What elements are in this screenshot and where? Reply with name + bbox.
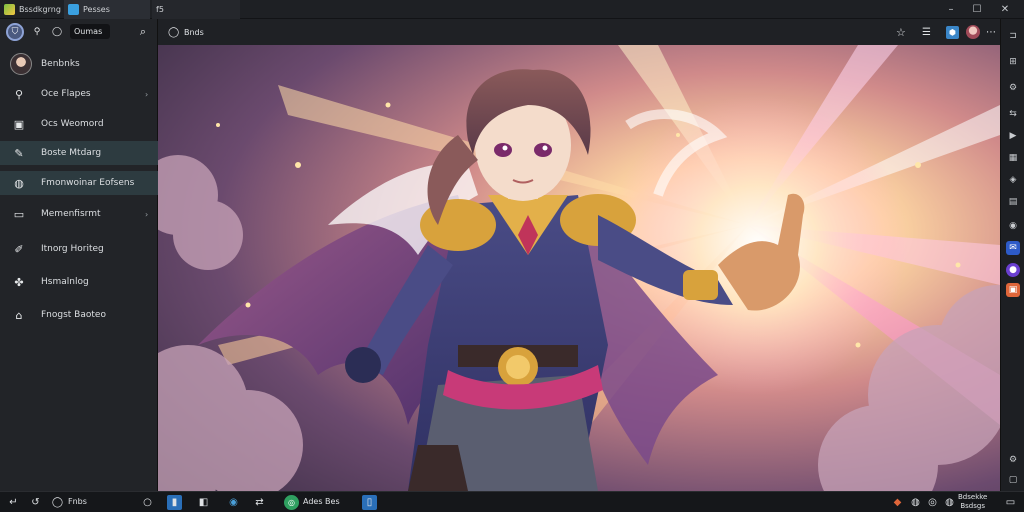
sidebar-item-label: Hsmalnlog bbox=[41, 277, 89, 287]
app-green-icon[interactable]: ◎ bbox=[284, 495, 299, 510]
search-icon: ⚲ bbox=[14, 87, 24, 101]
profile-name: Benbnks bbox=[41, 59, 80, 69]
translate-icon[interactable]: ⇆ bbox=[1006, 107, 1020, 121]
circle-icon[interactable]: ◯ bbox=[48, 23, 66, 41]
settings-icon[interactable]: ⚙ bbox=[1006, 453, 1020, 467]
brush-icon: ✎ bbox=[14, 146, 24, 160]
star-icon[interactable]: ☆ bbox=[896, 26, 906, 39]
chevron-right-icon: › bbox=[145, 89, 149, 99]
minimize-button[interactable]: – bbox=[940, 0, 962, 19]
puzzle-icon: ✤ bbox=[14, 275, 24, 289]
title-bar: Bssdkgrng Pesses f5 – ☐ ✕ bbox=[0, 0, 1024, 19]
circle-icon[interactable]: ○ bbox=[140, 495, 155, 510]
maximize-button[interactable]: ☐ bbox=[966, 0, 988, 19]
bookmark-icon: ▣ bbox=[13, 117, 25, 131]
sidebar-item-label: Itnorg Horiteg bbox=[41, 244, 104, 254]
outlook-icon[interactable]: ✉ bbox=[1006, 241, 1020, 255]
globe-icon: ◍ bbox=[14, 176, 24, 190]
sidebar-item-oce-flapes[interactable]: ⚲ Oce Flapes › bbox=[0, 82, 158, 106]
home-icon: ⌂ bbox=[15, 308, 23, 322]
search-circle-icon[interactable]: ◯ bbox=[50, 495, 65, 510]
avatar bbox=[10, 53, 32, 75]
pinned-app-label[interactable]: Ades Bes bbox=[303, 497, 340, 506]
split-icon[interactable]: ⊐ bbox=[1006, 29, 1020, 43]
tab-label: Pesses bbox=[83, 5, 110, 14]
battery-icon[interactable]: ◍ bbox=[942, 495, 957, 510]
address-input[interactable]: Bnds bbox=[184, 28, 204, 37]
system-clock[interactable]: Bdsekke Bsdsgs bbox=[958, 493, 987, 511]
volume-icon[interactable]: ◎ bbox=[925, 495, 940, 510]
note-icon[interactable]: ▤ bbox=[1006, 195, 1020, 209]
app-cube-icon bbox=[4, 4, 15, 15]
tray-app-icon[interactable]: ◆ bbox=[890, 495, 905, 510]
sidebar-item-fnogst-baoteo[interactable]: ⌂ Fnogst Baoteo bbox=[0, 303, 158, 327]
tab-pesses[interactable]: Pesses bbox=[64, 0, 150, 19]
sidebar-item-label: Memenfisrmt bbox=[41, 209, 101, 219]
sidebar-item-boste-mtdarg[interactable]: ✎ Boste Mtdarg bbox=[0, 141, 158, 165]
clock-time: Bdsekke bbox=[958, 493, 988, 501]
shopping-icon[interactable]: ◉ bbox=[1006, 219, 1020, 233]
sidebar-item-label: Oce Flapes bbox=[41, 89, 91, 99]
extension-icon[interactable]: ⬢ bbox=[946, 25, 959, 39]
profile-avatar-icon[interactable] bbox=[966, 25, 980, 39]
sidebar-item-label: Boste Mtdarg bbox=[41, 148, 102, 158]
tag-icon[interactable]: ◈ bbox=[1006, 173, 1020, 187]
shield-icon[interactable]: ⛉ bbox=[6, 23, 24, 41]
window-icon: ▭ bbox=[13, 207, 25, 221]
browser-tab-icon bbox=[68, 4, 79, 15]
chevron-right-icon: › bbox=[145, 209, 149, 219]
sidebar-item-fmonwoinar-eofsens[interactable]: ◍ Fmonwoinar Eofsens bbox=[0, 171, 158, 195]
refresh-icon[interactable]: ↺ bbox=[28, 495, 43, 510]
document-icon[interactable]: ▯ bbox=[362, 495, 377, 510]
sidebar-item-ocs-weomord[interactable]: ▣ Ocs Weomord bbox=[0, 112, 158, 136]
file-explorer-icon[interactable]: ▮ bbox=[167, 495, 182, 510]
more-menu-icon[interactable]: ⋯ bbox=[986, 27, 996, 38]
store-icon[interactable]: ⇄ bbox=[252, 495, 267, 510]
office-icon[interactable]: ▣ bbox=[1006, 283, 1020, 297]
sidebar-item-memenfisrmt[interactable]: ▭ Memenfisrmt › bbox=[0, 202, 158, 226]
notification-icon[interactable]: ▭ bbox=[1003, 495, 1018, 510]
sidebar-item-label: Fnogst Baoteo bbox=[41, 310, 106, 320]
app-window-icon[interactable]: ◧ bbox=[196, 495, 211, 510]
sidebar: ⛉ ⚲ ◯ Oumas ⌕ Benbnks ⚲ Oce Flapes › ▣ O… bbox=[0, 19, 158, 491]
sidebar-toolbar: ⛉ ⚲ ◯ Oumas ⌕ bbox=[0, 19, 158, 45]
magnifier-icon[interactable]: ⌕ bbox=[134, 23, 152, 41]
sidebar-item-label: Fmonwoinar Eofsens bbox=[41, 178, 135, 188]
hero-artwork-image bbox=[158, 45, 1000, 491]
close-button[interactable]: ✕ bbox=[994, 0, 1016, 19]
grid-icon[interactable]: ▦ bbox=[1006, 151, 1020, 165]
taskbar: ↵ ↺ ◯ Fnbs ○ ▮ ◧ ◉ ⇄ ◎ Ades Bes ▯ ◆ ◍ ◎ … bbox=[0, 491, 1024, 512]
feedback-icon[interactable]: ▢ bbox=[1006, 473, 1020, 487]
collections-icon[interactable]: ⊞ bbox=[1006, 55, 1020, 69]
clock-date: Bsdsgs bbox=[960, 502, 985, 510]
teams-icon[interactable]: ● bbox=[1006, 263, 1020, 277]
sidebar-item-hsmalnlog[interactable]: ✤ Hsmalnlog bbox=[0, 270, 158, 294]
address-bar: ◯ Bnds ☆ ☰ ⬢ ⋯ bbox=[158, 19, 1000, 45]
pen-icon: ✐ bbox=[14, 242, 24, 256]
reload-icon[interactable]: ◯ bbox=[168, 27, 179, 38]
tab-label: f5 bbox=[156, 5, 164, 14]
right-side-toolbar: ⊐ ⊞ ⚙ ⇆ ▶ ▦ ◈ ▤ ◉ ✉ ● ▣ ⚙ ▢ bbox=[1000, 19, 1024, 491]
sidebar-item-itnorg-horiteg[interactable]: ✐ Itnorg Horiteg bbox=[0, 237, 158, 261]
tab-f5[interactable]: f5 bbox=[152, 0, 240, 19]
edge-icon[interactable]: ◉ bbox=[226, 495, 241, 510]
sidebar-profile[interactable]: Benbnks bbox=[0, 50, 158, 78]
tab-bssdkgrng[interactable]: Bssdkgrng bbox=[0, 0, 62, 19]
reading-list-icon[interactable]: ☰ bbox=[922, 27, 931, 38]
taskbar-search-label[interactable]: Fnbs bbox=[68, 497, 87, 506]
back-arrow-icon[interactable]: ↵ bbox=[6, 495, 21, 510]
network-icon[interactable]: ◍ bbox=[908, 495, 923, 510]
anime-hero-illustration bbox=[158, 45, 1000, 491]
sidebar-item-label: Ocs Weomord bbox=[41, 119, 104, 129]
media-icon[interactable]: ▶ bbox=[1006, 129, 1020, 143]
search-icon[interactable]: ⚲ bbox=[28, 23, 46, 41]
tools-icon[interactable]: ⚙ bbox=[1006, 81, 1020, 95]
tab-label: Bssdkgrng bbox=[19, 5, 61, 14]
search-input[interactable]: Oumas bbox=[70, 24, 110, 39]
